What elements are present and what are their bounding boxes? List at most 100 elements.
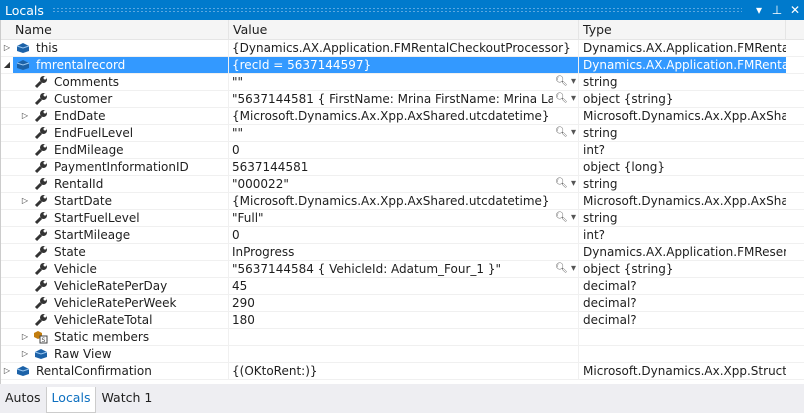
- table-row[interactable]: ▷ S Static members: [1, 329, 804, 346]
- value-cell[interactable]: InProgress: [229, 244, 579, 260]
- value-cell[interactable]: "" 🔍︎ ▾: [229, 125, 579, 141]
- value-cell[interactable]: "000022" 🔍︎ ▾: [229, 176, 579, 192]
- visualizer-magnifier-icon[interactable]: 🔍︎ ▾: [553, 176, 578, 192]
- value-cell[interactable]: {recId = 5637144597}: [229, 57, 579, 73]
- visualizer-magnifier-icon[interactable]: 🔍︎ ▾: [553, 74, 578, 90]
- variable-name: Comments: [54, 75, 120, 89]
- name-cell: StartFuelLevel: [1, 210, 229, 226]
- variable-value: "": [232, 126, 244, 140]
- table-row[interactable]: State InProgress Dynamics.AX.Application…: [1, 244, 804, 261]
- value-cell[interactable]: {Dynamics.AX.Application.FMRentalCheckou…: [229, 40, 579, 56]
- expand-toggle-icon[interactable]: ▷: [19, 108, 31, 124]
- value-cell[interactable]: "5637144581 { FirstName: Mrina FirstName…: [229, 91, 579, 107]
- value-cell[interactable]: {Microsoft.Dynamics.Ax.Xpp.AxShared.utcd…: [229, 193, 579, 209]
- object-icon: [15, 41, 31, 55]
- value-cell[interactable]: 290: [229, 295, 579, 311]
- variable-value: "": [232, 75, 244, 89]
- table-row[interactable]: ▷ EndDate {Microsoft.Dynamics.Ax.Xpp.AxS…: [1, 108, 804, 125]
- table-row[interactable]: VehicleRateTotal 180 decimal?: [1, 312, 804, 329]
- variable-value: "5637144581 { FirstName: Mrina FirstName…: [232, 92, 578, 106]
- variable-value: 0: [232, 228, 240, 242]
- variable-value: InProgress: [232, 245, 295, 259]
- pin-icon[interactable]: ⊥: [768, 3, 786, 17]
- value-cell[interactable]: 0: [229, 142, 579, 158]
- variable-value: {(OKtoRent:)}: [232, 364, 318, 378]
- property-wrench-icon: [33, 177, 49, 191]
- value-cell[interactable]: 5637144581: [229, 159, 579, 175]
- tab-autos[interactable]: Autos: [0, 387, 46, 413]
- value-cell[interactable]: 45: [229, 278, 579, 294]
- value-cell[interactable]: "5637144584 { VehicleId: Adatum_Four_1 }…: [229, 261, 579, 277]
- table-row[interactable]: ◢ fmrentalrecord {recId = 5637144597} Dy…: [1, 57, 804, 74]
- table-row[interactable]: Comments "" 🔍︎ ▾ string: [1, 74, 804, 91]
- type-cell: int?: [583, 143, 606, 157]
- type-cell: [579, 346, 786, 362]
- table-row[interactable]: ▷ Raw View: [1, 346, 804, 363]
- type-cell: string: [583, 211, 618, 225]
- expand-toggle-icon[interactable]: ▷: [1, 363, 13, 379]
- dropdown-icon[interactable]: ▾: [750, 3, 768, 17]
- value-cell[interactable]: {(OKtoRent:)}: [229, 363, 579, 379]
- value-cell[interactable]: [229, 346, 579, 362]
- type-cell: object {long}: [583, 160, 665, 174]
- visualizer-magnifier-icon[interactable]: 🔍︎ ▾: [553, 210, 578, 226]
- visualizer-magnifier-icon[interactable]: 🔍︎ ▾: [553, 125, 578, 141]
- expand-toggle-icon[interactable]: ▷: [19, 193, 31, 209]
- table-row[interactable]: EndFuelLevel "" 🔍︎ ▾ string: [1, 125, 804, 142]
- type-cell: Microsoft.Dynamics.Ax.Xpp.Struct: [583, 364, 786, 378]
- value-cell[interactable]: {Microsoft.Dynamics.Ax.Xpp.AxShared.utcd…: [229, 108, 579, 124]
- visualizer-magnifier-icon[interactable]: 🔍︎ ▾: [553, 261, 578, 277]
- variable-name: VehicleRatePerDay: [54, 279, 168, 293]
- property-wrench-icon: [33, 92, 49, 106]
- close-icon[interactable]: ✕: [786, 3, 804, 17]
- tab-locals[interactable]: Locals: [45, 387, 97, 413]
- value-cell[interactable]: 180: [229, 312, 579, 328]
- drag-grip[interactable]: [51, 7, 742, 13]
- table-row[interactable]: VehicleRatePerWeek 290 decimal?: [1, 295, 804, 312]
- column-header-name[interactable]: Name: [1, 20, 229, 39]
- column-headers: Name Value Type: [1, 20, 804, 40]
- name-cell: RentalId: [1, 176, 229, 192]
- type-cell: Dynamics.AX.Application.FMRental: [579, 57, 786, 73]
- table-row[interactable]: ▷ this {Dynamics.AX.Application.FMRental…: [1, 40, 804, 57]
- value-cell[interactable]: 0: [229, 227, 579, 243]
- property-wrench-icon: [33, 75, 49, 89]
- type-cell: Dynamics.AX.Application.FMRentalCheckout…: [583, 41, 786, 55]
- name-cell: PaymentInformationID: [1, 159, 229, 175]
- expand-toggle-icon[interactable]: ▷: [1, 40, 13, 56]
- table-row[interactable]: Vehicle "5637144584 { VehicleId: Adatum_…: [1, 261, 804, 278]
- table-row[interactable]: RentalId "000022" 🔍︎ ▾ string: [1, 176, 804, 193]
- visualizer-magnifier-icon[interactable]: 🔍︎ ▾: [553, 91, 578, 107]
- variable-name: RentalId: [54, 177, 104, 191]
- property-wrench-icon: [33, 194, 49, 208]
- variable-value: 290: [232, 296, 255, 310]
- name-cell: ▷ this: [1, 40, 229, 56]
- table-row[interactable]: Customer "5637144581 { FirstName: Mrina …: [1, 91, 804, 108]
- variable-value: "Full": [232, 211, 264, 225]
- table-row[interactable]: VehicleRatePerDay 45 decimal?: [1, 278, 804, 295]
- table-row[interactable]: ▷ RentalConfirmation {(OKtoRent:)} Micro…: [1, 363, 804, 380]
- value-cell[interactable]: "" 🔍︎ ▾: [229, 74, 579, 90]
- variable-name: RentalConfirmation: [36, 364, 152, 378]
- column-header-value[interactable]: Value: [229, 20, 579, 39]
- variable-value: 5637144581: [232, 160, 309, 174]
- table-row[interactable]: StartMileage 0 int?: [1, 227, 804, 244]
- expand-toggle-icon[interactable]: ▷: [19, 346, 31, 362]
- value-cell[interactable]: [229, 329, 579, 345]
- column-header-type[interactable]: Type: [579, 20, 786, 39]
- table-row[interactable]: StartFuelLevel "Full" 🔍︎ ▾ string: [1, 210, 804, 227]
- table-row[interactable]: EndMileage 0 int?: [1, 142, 804, 159]
- property-wrench-icon: [33, 228, 49, 242]
- window-title: Locals: [5, 2, 44, 18]
- variable-value: "5637144584 { VehicleId: Adatum_Four_1 }…: [232, 262, 501, 276]
- name-cell: ◢ fmrentalrecord: [1, 57, 229, 73]
- expand-toggle-icon[interactable]: ◢: [1, 57, 13, 73]
- type-cell: decimal?: [583, 296, 637, 310]
- type-cell: object {string}: [583, 262, 674, 276]
- table-row[interactable]: PaymentInformationID 5637144581 object {…: [1, 159, 804, 176]
- value-cell[interactable]: "Full" 🔍︎ ▾: [229, 210, 579, 226]
- tab-watch-1[interactable]: Watch 1: [96, 387, 157, 413]
- table-row[interactable]: ▷ StartDate {Microsoft.Dynamics.Ax.Xpp.A…: [1, 193, 804, 210]
- type-cell: Microsoft.Dynamics.Ax.Xpp.AxShared.utcda…: [583, 109, 786, 123]
- expand-toggle-icon[interactable]: ▷: [19, 329, 31, 345]
